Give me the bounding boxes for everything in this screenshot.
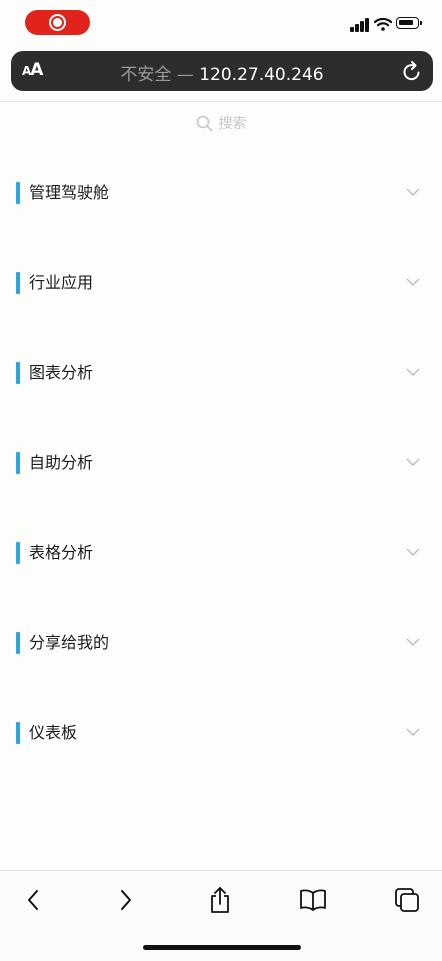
menu-item-chart-analysis[interactable]: 图表分析 [0, 328, 442, 418]
url-separator: — [171, 65, 200, 85]
chevron-down-icon[interactable] [405, 187, 421, 197]
forward-button[interactable] [111, 885, 141, 915]
cellular-signal-icon [350, 18, 370, 32]
chevron-down-icon[interactable] [405, 727, 421, 737]
menu-item-shared-with-me[interactable]: 分享给我的 [0, 598, 442, 688]
url-address: 120.27.40.246 [199, 65, 324, 85]
accent-bar [16, 362, 20, 384]
accent-bar [16, 452, 20, 474]
record-dot [53, 18, 62, 27]
menu-list: 管理驾驶舱 行业应用 图表分析 自助分析 表格分析 分享给我的 仪表板 [0, 148, 442, 778]
menu-item-label: 管理驾驶舱 [29, 183, 110, 202]
menu-item-industry-applications[interactable]: 行业应用 [0, 238, 442, 328]
reload-icon[interactable] [402, 60, 422, 82]
search-bar[interactable]: 搜索 [0, 113, 442, 137]
home-indicator[interactable] [143, 945, 301, 950]
accent-bar [16, 632, 20, 654]
bookmarks-icon [300, 889, 326, 911]
chevron-down-icon[interactable] [405, 637, 421, 647]
search-placeholder: 搜索 [218, 116, 247, 132]
bookmarks-button[interactable] [298, 885, 328, 915]
share-icon [211, 887, 229, 913]
address-bar[interactable]: AA 不安全 — 120.27.40.246 [11, 51, 433, 91]
accent-bar [16, 272, 20, 294]
back-icon [28, 890, 38, 910]
chevron-down-icon[interactable] [405, 457, 421, 467]
menu-item-dashboard[interactable]: 仪表板 [0, 688, 442, 778]
accent-bar [16, 722, 20, 744]
search-icon [196, 115, 212, 131]
wifi-icon [374, 17, 392, 31]
menu-item-management-cockpit[interactable]: 管理驾驶舱 [0, 148, 442, 238]
menu-item-label: 行业应用 [29, 273, 94, 292]
chevron-down-icon[interactable] [405, 547, 421, 557]
url-display[interactable]: 不安全 — 120.27.40.246 [11, 60, 433, 85]
back-button[interactable] [18, 885, 48, 915]
menu-item-label: 自助分析 [29, 453, 94, 472]
menu-item-table-analysis[interactable]: 表格分析 [0, 508, 442, 598]
menu-item-label: 仪表板 [29, 723, 78, 742]
header-divider [0, 101, 442, 102]
chevron-down-icon[interactable] [405, 277, 421, 287]
menu-item-self-service-analysis[interactable]: 自助分析 [0, 418, 442, 508]
chevron-down-icon[interactable] [405, 367, 421, 377]
not-secure-label: 不安全 [120, 65, 172, 85]
accent-bar [16, 182, 20, 204]
share-button[interactable] [205, 885, 235, 915]
menu-item-label: 图表分析 [29, 363, 94, 382]
accent-bar [16, 542, 20, 564]
status-bar [0, 0, 442, 46]
battery-icon [396, 17, 422, 29]
menu-item-label: 表格分析 [29, 543, 94, 562]
menu-item-label: 分享给我的 [29, 633, 110, 652]
forward-icon [121, 890, 131, 910]
tabs-button[interactable] [392, 885, 422, 915]
tabs-icon [395, 888, 419, 912]
screen-recording-indicator[interactable] [25, 10, 90, 35]
